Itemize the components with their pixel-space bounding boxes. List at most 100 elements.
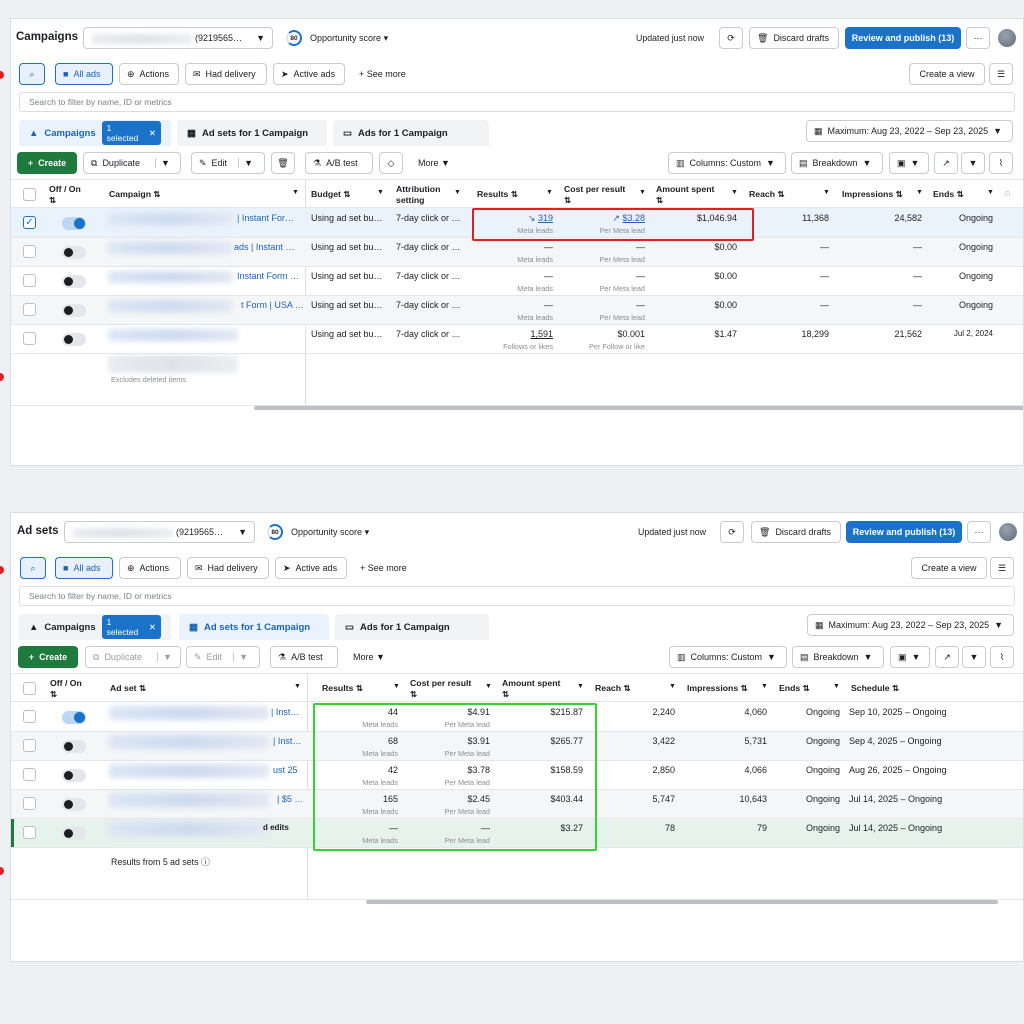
tab-adsets[interactable]: ▦ Ad sets for 1 Campaign	[177, 120, 327, 146]
selected-badge[interactable]: 1 selected ✕	[101, 121, 161, 145]
results-cell[interactable]: —	[481, 242, 553, 252]
charts-button[interactable]: ⌇	[990, 646, 1014, 668]
row-toggle[interactable]	[62, 769, 86, 782]
header-ends[interactable]: Ends ⇅	[933, 189, 964, 200]
date-range-picker[interactable]: ▦ Maximum: Aug 23, 2022 – Sep 23, 2025 ▼	[807, 614, 1014, 636]
filter-see-more[interactable]: + See more	[360, 563, 407, 573]
header-onoff[interactable]: Off / On ⇅	[49, 184, 81, 206]
filter-all-ads[interactable]: ■ All ads	[55, 63, 113, 85]
caret-down-icon[interactable]: ▼	[393, 683, 400, 690]
caret-down-icon[interactable]: ▼	[485, 683, 492, 690]
export-button[interactable]: ↗	[935, 646, 959, 668]
review-publish-button[interactable]: Review and publish (13)	[845, 27, 961, 49]
cost-per-result-cell[interactable]: —	[569, 271, 645, 281]
tab-adsets[interactable]: ▦ Ad sets for 1 Campaign	[179, 614, 329, 640]
review-publish-button[interactable]: Review and publish (13)	[846, 521, 962, 543]
caret-down-icon[interactable]: ▼	[377, 189, 384, 196]
export-button[interactable]: ↗	[934, 152, 958, 174]
search-button[interactable]: ⌕	[19, 63, 45, 85]
avatar[interactable]	[999, 523, 1017, 541]
header-reach[interactable]: Reach ⇅	[595, 683, 631, 694]
header-onoff[interactable]: Off / On ⇅	[50, 678, 82, 700]
row-checkbox[interactable]	[23, 739, 36, 752]
row-toggle[interactable]	[62, 333, 86, 346]
campaign-name-link[interactable]: t Form | USA …	[241, 300, 304, 310]
row-toggle[interactable]	[62, 246, 86, 259]
header-cost-per-result[interactable]: Cost per result ⇅	[564, 184, 625, 206]
tab-campaigns[interactable]: ▲ Campaigns 1 selected ✕	[19, 614, 171, 640]
caret-down-icon[interactable]: ▼	[731, 189, 738, 196]
caret-down-icon[interactable]: ▼	[823, 189, 830, 196]
row-toggle[interactable]	[62, 740, 86, 753]
delete-button[interactable]: 🗑	[271, 152, 295, 174]
adset-name-link[interactable]: | $5 …	[277, 794, 303, 804]
select-all-checkbox[interactable]	[23, 682, 36, 695]
create-view-button[interactable]: Create a view	[909, 63, 985, 85]
discard-drafts-button[interactable]: 🗑 Discard drafts	[749, 27, 839, 49]
cost-per-result-cell[interactable]: $0.001	[569, 329, 645, 339]
breakdown-button[interactable]: ▤ Breakdown ▼	[792, 646, 884, 668]
caret-down-icon[interactable]: ▼	[156, 652, 172, 662]
row-checkbox[interactable]	[23, 332, 36, 345]
caret-down-icon[interactable]: ▼	[916, 189, 923, 196]
filter-see-more[interactable]: + See more	[359, 69, 406, 79]
export-menu-button[interactable]: ▼	[961, 152, 985, 174]
cost-per-result-cell[interactable]: —	[569, 242, 645, 252]
filter-had-delivery[interactable]: ✉ Had delivery	[187, 557, 269, 579]
opportunity-score-label[interactable]: Opportunity score ▾	[310, 33, 388, 44]
duplicate-button[interactable]: ⧉ Duplicate ▼	[83, 152, 181, 174]
row-toggle[interactable]	[62, 275, 86, 288]
caret-down-icon[interactable]: ▼	[546, 189, 553, 196]
columns-button[interactable]: ▥ Columns: Custom ▼	[669, 646, 787, 668]
adset-name-link[interactable]: | Inst…	[271, 707, 299, 717]
search-button[interactable]: ⌕	[20, 557, 46, 579]
filter-all-ads[interactable]: ■ All ads	[55, 557, 113, 579]
results-cell[interactable]: —	[481, 300, 553, 310]
selected-badge[interactable]: 1 selected ✕	[101, 615, 161, 639]
account-selector[interactable]: (9219565… ▼	[64, 521, 255, 543]
more-options-button[interactable]: ···	[967, 521, 991, 543]
campaign-name-link[interactable]: | Instant For…	[237, 213, 294, 223]
edit-button[interactable]: ✎ Edit ▼	[186, 646, 260, 668]
header-results[interactable]: Results ⇅	[322, 683, 363, 694]
caret-down-icon[interactable]: ▼	[833, 683, 840, 690]
tab-campaigns[interactable]: ▲ Campaigns 1 selected ✕	[19, 120, 171, 146]
more-button[interactable]: More ▼	[418, 158, 450, 168]
opportunity-score-label[interactable]: Opportunity score ▾	[291, 527, 369, 538]
row-checkbox[interactable]	[23, 710, 36, 723]
date-range-picker[interactable]: ▦ Maximum: Aug 23, 2022 – Sep 23, 2025 ▼	[806, 120, 1013, 142]
adset-name-link[interactable]: d edits	[263, 823, 289, 832]
row-checkbox[interactable]	[23, 245, 36, 258]
filter-active-ads[interactable]: ➤ Active ads	[275, 557, 347, 579]
create-button[interactable]: + Create	[17, 152, 77, 174]
caret-down-icon[interactable]: ▼	[292, 189, 299, 196]
account-selector[interactable]: (9219565… ▼	[83, 27, 273, 49]
adset-name-link[interactable]: | Inst…	[273, 736, 301, 746]
header-schedule[interactable]: Schedule ⇅	[851, 683, 899, 694]
caret-down-icon[interactable]: ▼	[577, 683, 584, 690]
results-cell[interactable]: 1,591	[481, 329, 553, 339]
header-campaign[interactable]: Campaign ⇅	[109, 189, 161, 200]
duplicate-button[interactable]: ⧉ Duplicate ▼	[85, 646, 181, 668]
discard-drafts-button[interactable]: 🗑 Discard drafts	[751, 521, 841, 543]
header-impressions[interactable]: Impressions ⇅	[687, 683, 748, 694]
filter-actions[interactable]: ⊕ Actions	[119, 63, 179, 85]
reports-button[interactable]: ▣ ▼	[889, 152, 929, 174]
avatar[interactable]	[998, 29, 1016, 47]
more-button[interactable]: More ▼	[353, 652, 385, 662]
charts-button[interactable]: ⌇	[989, 152, 1013, 174]
tab-ads[interactable]: ▭ Ads for 1 Campaign	[333, 120, 489, 146]
header-attribution[interactable]: Attribution setting	[396, 184, 458, 206]
filter-had-delivery[interactable]: ✉ Had delivery	[185, 63, 267, 85]
header-reach[interactable]: Reach ⇅	[749, 189, 785, 200]
settings-sliders-button[interactable]: ☰	[989, 63, 1013, 85]
filter-actions[interactable]: ⊕ Actions	[119, 557, 181, 579]
refresh-button[interactable]: ⟳	[719, 27, 743, 49]
tag-button[interactable]: ◇	[379, 152, 403, 174]
row-toggle[interactable]	[62, 304, 86, 317]
caret-down-icon[interactable]: ▼	[294, 683, 301, 690]
caret-down-icon[interactable]: ▼	[761, 683, 768, 690]
more-options-button[interactable]: ···	[966, 27, 990, 49]
header-amount-spent[interactable]: Amount spent ⇅	[502, 678, 560, 700]
caret-down-icon[interactable]: ▼	[238, 158, 253, 168]
